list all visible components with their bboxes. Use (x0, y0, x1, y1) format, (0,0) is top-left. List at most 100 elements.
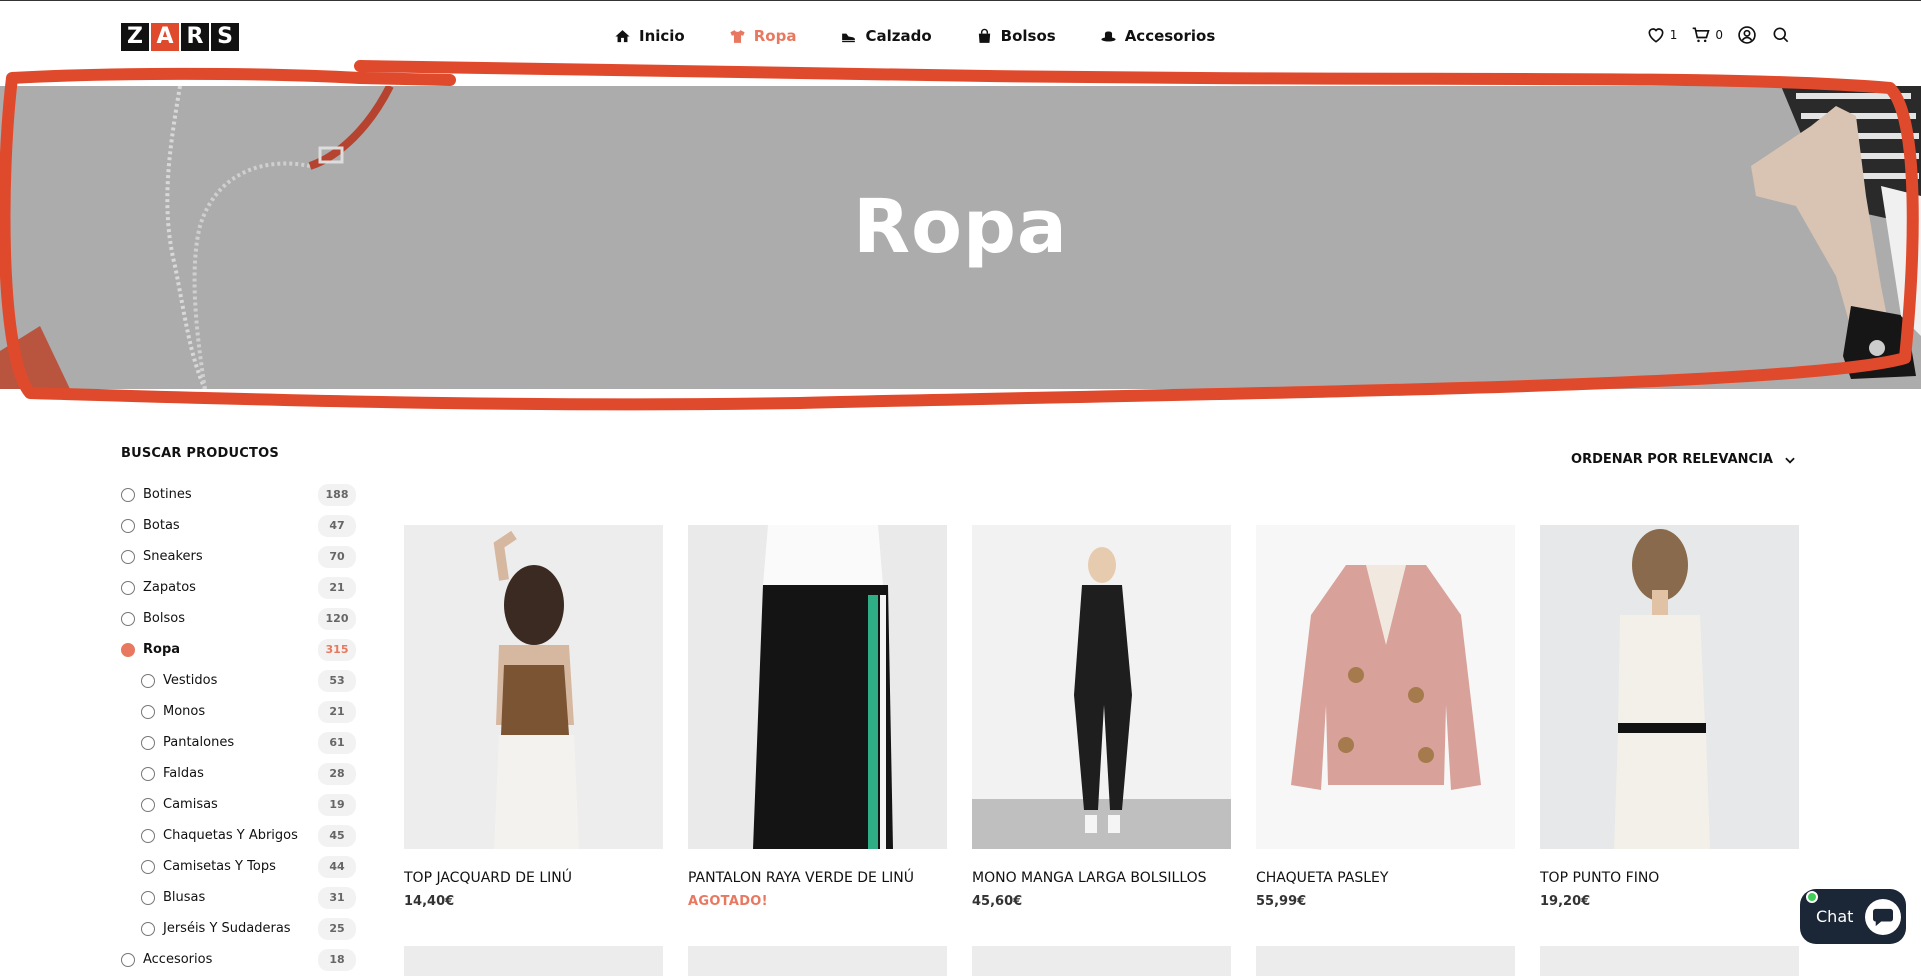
main-navigation: Inicio Ropa Calzado Bolsos Accesorios (614, 27, 1259, 45)
filter-label: Bolsos (143, 611, 185, 626)
filter-count: 21 (318, 700, 356, 723)
product-photo-pants (688, 525, 947, 849)
filter-count: 61 (318, 731, 356, 754)
product-card[interactable]: MONO MANGA LARGA BOLSILLOS 45,60€ (972, 525, 1231, 909)
product-photo-jacket (1256, 525, 1515, 849)
product-grid: TOP JACQUARD DE LINÚ 14,40€ PANTALON RAY… (404, 525, 1799, 909)
radio-icon (121, 518, 135, 533)
filter-label: Botas (143, 518, 180, 533)
nav-item-ropa[interactable]: Ropa (729, 27, 796, 45)
chat-widget-button[interactable]: Chat (1800, 889, 1906, 944)
product-image[interactable] (972, 525, 1231, 849)
chevron-down-icon (1785, 457, 1795, 464)
wishlist-count: 1 (1669, 28, 1678, 42)
filter-count: 31 (318, 886, 356, 909)
filter-sneakers[interactable]: Sneakers 70 (121, 541, 356, 572)
radio-icon (141, 673, 155, 688)
product-name[interactable]: PANTALON RAYA VERDE DE LINÚ (688, 870, 947, 886)
product-photo-top (404, 525, 663, 849)
nav-item-calzado[interactable]: Calzado (840, 27, 932, 45)
logo-letter: A (151, 23, 179, 51)
filter-count: 53 (318, 669, 356, 692)
product-price: 45,60€ (972, 894, 1023, 909)
sidebar-title: BUSCAR PRODUCTOS (121, 446, 279, 461)
filter-camisetas-y-tops[interactable]: Camisetas Y Tops 44 (121, 851, 356, 882)
product-image[interactable] (1540, 946, 1799, 976)
search-button[interactable] (1771, 25, 1791, 45)
cart-button[interactable]: 0 (1691, 25, 1723, 45)
filter-chaquetas-y-abrigos[interactable]: Chaquetas Y Abrigos 45 (121, 820, 356, 851)
filter-count: 315 (318, 638, 356, 661)
product-card[interactable]: TOP JACQUARD DE LINÚ 14,40€ (404, 525, 663, 909)
product-name[interactable]: TOP JACQUARD DE LINÚ (404, 870, 663, 886)
filter-ropa[interactable]: Ropa 315 (121, 634, 356, 665)
filter-botas[interactable]: Botas 47 (121, 510, 356, 541)
product-image[interactable] (1540, 525, 1799, 849)
cart-count: 0 (1715, 28, 1723, 42)
radio-icon (141, 735, 155, 750)
nav-item-label: Accesorios (1124, 27, 1216, 45)
sort-dropdown[interactable]: ORDENAR POR RELEVANCIA (1571, 452, 1797, 467)
product-image[interactable] (404, 946, 663, 976)
product-name[interactable]: CHAQUETA PASLEY (1256, 870, 1515, 886)
product-photo-jumpsuit (972, 525, 1231, 849)
zars-logo[interactable]: Z A R S (121, 23, 239, 51)
filter-zapatos[interactable]: Zapatos 21 (121, 572, 356, 603)
sort-label: ORDENAR POR RELEVANCIA (1571, 452, 1773, 467)
filter-camisas[interactable]: Camisas 19 (121, 789, 356, 820)
product-card[interactable]: TOP PUNTO FINO 19,20€ (1540, 525, 1799, 909)
product-card[interactable]: CHAQUETA PASLEY 55,99€ (1256, 525, 1515, 909)
nav-item-bolsos[interactable]: Bolsos (976, 27, 1056, 45)
product-price: 19,20€ (1540, 894, 1591, 909)
filter-label: Camisas (163, 797, 218, 812)
product-image[interactable] (1256, 946, 1515, 976)
product-image[interactable] (688, 525, 947, 849)
cart-icon (1693, 27, 1710, 43)
nav-item-label: Inicio (639, 27, 685, 45)
filter-jerseis-y-sudaderas[interactable]: Jerséis Y Sudaderas 25 (121, 913, 356, 944)
product-name[interactable]: MONO MANGA LARGA BOLSILLOS (972, 870, 1231, 886)
radio-icon (141, 797, 155, 812)
radio-icon (121, 952, 135, 967)
radio-icon (141, 704, 155, 719)
nav-item-inicio[interactable]: Inicio (614, 27, 685, 45)
heart-icon (1648, 28, 1664, 43)
filter-label: Zapatos (143, 580, 196, 595)
product-price: 14,40€ (404, 894, 455, 909)
chat-bubble-icon (1865, 898, 1902, 935)
home-icon (615, 29, 630, 42)
filter-count: 120 (318, 607, 356, 630)
product-image[interactable] (404, 525, 663, 849)
filter-count: 44 (318, 855, 356, 878)
product-image[interactable] (972, 946, 1231, 976)
filter-monos[interactable]: Monos 21 (121, 696, 356, 727)
filter-label: Sneakers (143, 549, 203, 564)
filter-label: Blusas (163, 890, 206, 905)
filter-blusas[interactable]: Blusas 31 (121, 882, 356, 913)
filter-accesorios[interactable]: Accesorios 18 (121, 944, 356, 975)
nav-item-label: Calzado (865, 27, 932, 45)
filter-count: 70 (318, 545, 356, 568)
product-image[interactable] (1256, 525, 1515, 849)
product-image[interactable] (688, 946, 947, 976)
filter-count: 19 (318, 793, 356, 816)
online-status-dot (1806, 891, 1818, 903)
filter-vestidos[interactable]: Vestidos 53 (121, 665, 356, 696)
radio-icon (141, 921, 155, 936)
filter-label: Vestidos (163, 673, 218, 688)
chat-label: Chat (1816, 907, 1854, 926)
nav-item-accesorios[interactable]: Accesorios (1100, 27, 1216, 45)
product-name[interactable]: TOP PUNTO FINO (1540, 870, 1799, 886)
product-card[interactable]: PANTALON RAYA VERDE DE LINÚ AGOTADO! (688, 525, 947, 909)
product-photo-knit-top (1540, 525, 1799, 849)
filter-label: Pantalones (163, 735, 235, 750)
filter-botines[interactable]: Botines 188 (121, 479, 356, 510)
filter-pantalones[interactable]: Pantalones 61 (121, 727, 356, 758)
wishlist-button[interactable]: 1 (1646, 25, 1678, 45)
radio-icon-selected (121, 642, 135, 657)
filter-faldas[interactable]: Faldas 28 (121, 758, 356, 789)
radio-icon (141, 766, 155, 781)
radio-icon (121, 487, 135, 502)
filter-bolsos[interactable]: Bolsos 120 (121, 603, 356, 634)
account-button[interactable] (1737, 25, 1757, 45)
